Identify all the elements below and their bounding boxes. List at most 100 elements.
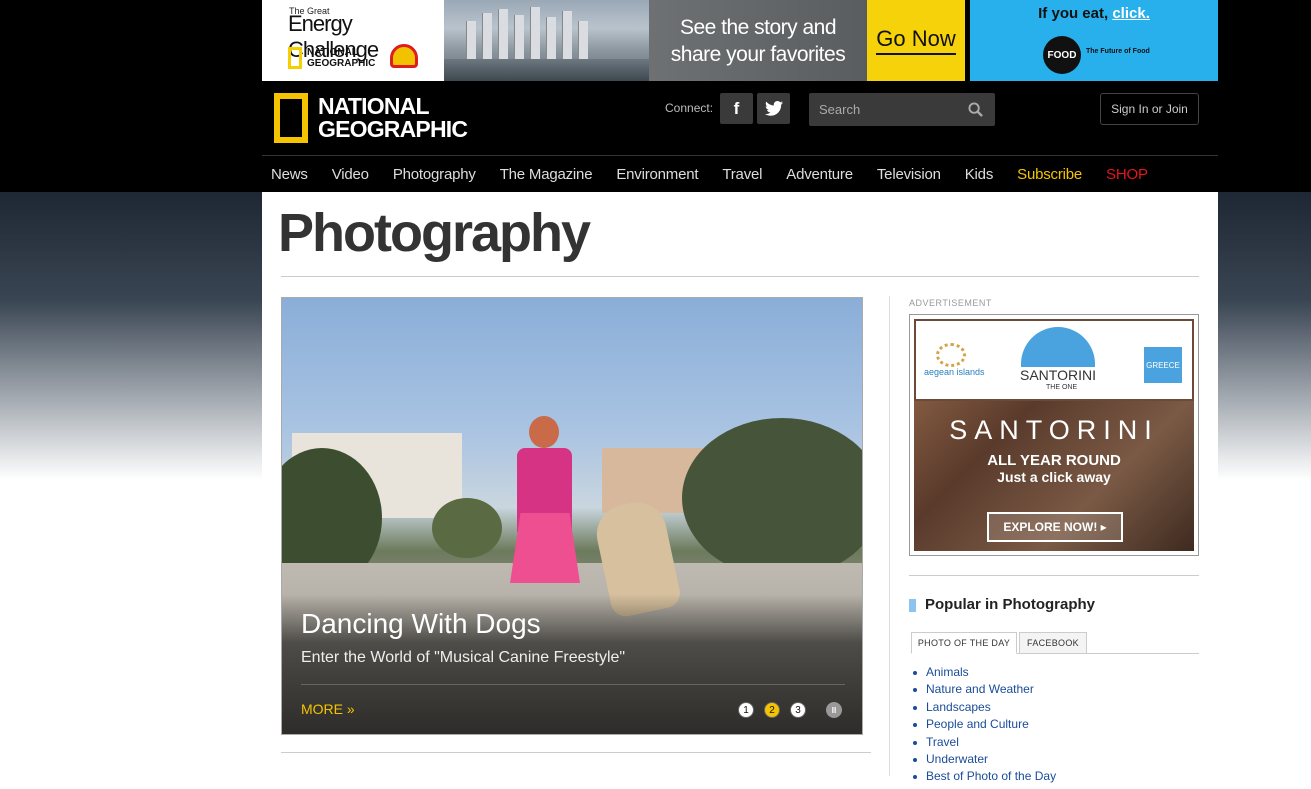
tab-facebook[interactable]: FACEBOOK: [1019, 632, 1087, 654]
building-shape: [482, 13, 492, 61]
slide-dot-3[interactable]: 3: [790, 702, 806, 718]
building-shape: [530, 7, 540, 61]
nav-item-environment[interactable]: Environment: [616, 166, 698, 183]
go-now-label: Go Now: [876, 26, 956, 55]
building-shape: [578, 21, 588, 61]
santorini-ad-inner: aegean islands SANTORINI THE ONE GREECE …: [914, 319, 1194, 551]
building-shape: [562, 11, 572, 61]
sign-in-button[interactable]: Sign In or Join: [1100, 93, 1199, 125]
santorini-ad-topband: aegean islands SANTORINI THE ONE GREECE: [914, 319, 1194, 401]
logo-line2: GEOGRAPHIC: [318, 116, 468, 142]
popular-list: Animals Nature and Weather Landscapes Pe…: [912, 664, 1056, 786]
slide-dot-1[interactable]: 1: [738, 702, 754, 718]
popular-title: Popular in Photography: [925, 596, 1096, 613]
energy-ad-ng-line2: GEOGRAPHIC: [307, 58, 376, 69]
page-wrapper: The Great Energy Challenge NATIONAL GEOGR…: [262, 0, 1218, 789]
nav-item-subscribe[interactable]: Subscribe: [1017, 166, 1082, 183]
aegean-islands-logo: aegean islands: [924, 343, 985, 377]
building-shape: [514, 15, 524, 61]
food-logo: FOOD: [1043, 36, 1081, 74]
hero-more-link[interactable]: MORE »: [301, 701, 355, 717]
energy-ad-ng-text: NATIONAL GEOGRAPHIC: [307, 47, 375, 69]
site-header: NATIONALGEOGRAPHIC Connect: f Sign In or…: [262, 81, 1218, 155]
food-ad-click-link[interactable]: click.: [1112, 5, 1150, 22]
nav-item-video[interactable]: Video: [332, 166, 369, 183]
nav-item-kids[interactable]: Kids: [965, 166, 994, 183]
facebook-icon: f: [733, 98, 740, 118]
list-item[interactable]: People and Culture: [912, 716, 1056, 733]
column-divider: [889, 296, 890, 776]
nav-item-shop[interactable]: SHOP: [1106, 166, 1148, 183]
santorini-the-one: THE ONE: [1046, 384, 1078, 391]
nav-item-magazine[interactable]: The Magazine: [500, 166, 593, 183]
food-ad-headline-prefix: If you eat,: [1038, 5, 1113, 22]
aegean-brand-text: aegean islands: [924, 367, 985, 377]
facebook-button[interactable]: f: [720, 93, 753, 124]
list-item[interactable]: Animals: [912, 664, 1056, 681]
hero-subtitle: Enter the World of "Musical Canine Frees…: [301, 649, 626, 666]
pause-icon: II: [831, 705, 837, 715]
water-shape: [444, 59, 649, 81]
food-ad-headline: If you eat, click.: [970, 5, 1218, 22]
santorini-line2: Just a click away: [997, 469, 1111, 485]
list-item[interactable]: Landscapes: [912, 699, 1056, 716]
list-item[interactable]: Underwater: [912, 751, 1056, 768]
section-marker-icon: [909, 599, 916, 612]
hero-title[interactable]: Dancing With Dogs: [301, 608, 541, 640]
hero-image-bush: [432, 498, 502, 558]
santorini-ad[interactable]: aegean islands SANTORINI THE ONE GREECE …: [909, 314, 1199, 556]
top-ad-strip: The Great Energy Challenge NATIONAL GEOGR…: [262, 0, 1218, 81]
tab-photo-of-the-day[interactable]: PHOTO OF THE DAY: [911, 632, 1017, 654]
popular-tabs: PHOTO OF THE DAY FACEBOOK: [911, 632, 1199, 654]
aegean-swirl-icon: [936, 343, 966, 367]
main-content: Photography Dancing With Dogs Enter the …: [262, 192, 1218, 789]
twitter-icon: [764, 101, 783, 116]
slide-dot-2[interactable]: 2: [764, 702, 780, 718]
future-of-food-ad[interactable]: If you eat, click. FOOD The Future of Fo…: [970, 0, 1218, 81]
twitter-button[interactable]: [757, 93, 790, 124]
connect-label: Connect:: [665, 101, 714, 115]
hero-image-person: [529, 416, 559, 448]
advertisement-label: ADVERTISEMENT: [909, 298, 992, 308]
hero-bottom-divider: [281, 752, 871, 753]
energy-ad-story-line2: share your favorites: [670, 42, 846, 66]
food-ad-tagline: The Future of Food: [1086, 48, 1150, 55]
list-item[interactable]: Nature and Weather: [912, 681, 1056, 698]
nav-item-travel[interactable]: Travel: [722, 166, 762, 183]
search-input[interactable]: [809, 93, 959, 126]
list-item[interactable]: Travel: [912, 734, 1056, 751]
nav-item-photography[interactable]: Photography: [393, 166, 476, 183]
sidebar-divider: [909, 575, 1199, 576]
santorini-line1: ALL YEAR ROUND: [987, 452, 1121, 469]
shell-logo-icon: [390, 44, 418, 68]
list-item[interactable]: Best of Photo of the Day: [912, 768, 1056, 785]
hero-divider: [301, 684, 845, 685]
natgeo-logo-icon[interactable]: [274, 93, 308, 143]
energy-ad-ng-line1: NATIONAL: [307, 47, 358, 58]
natgeo-border-icon: [288, 47, 302, 69]
energy-ad-brand: The Great Energy Challenge NATIONAL GEOGR…: [262, 0, 444, 81]
search-box: [809, 93, 995, 126]
energy-ad-story-line1: See the story and: [679, 15, 837, 39]
pause-button[interactable]: II: [826, 702, 842, 718]
search-icon[interactable]: [968, 102, 983, 117]
hero-slideshow[interactable]: Dancing With Dogs Enter the World of "Mu…: [281, 297, 863, 735]
nav-item-television[interactable]: Television: [877, 166, 941, 183]
greece-logo: GREECE: [1144, 347, 1182, 383]
go-now-button[interactable]: Go Now: [867, 0, 965, 81]
santorini-name: SANTORINI: [1020, 367, 1096, 383]
hero-image-person: [510, 513, 580, 583]
page-title: Photography: [278, 203, 591, 263]
nav-item-adventure[interactable]: Adventure: [786, 166, 853, 183]
natgeo-logo-text[interactable]: NATIONAL GEOGRAPHIC: [318, 95, 468, 142]
city-skyline-image: [444, 0, 649, 81]
santorini-big-title: SANTORINI: [949, 415, 1159, 445]
santorini-dome-icon: [1021, 327, 1095, 367]
main-nav: News Video Photography The Magazine Envi…: [262, 155, 1218, 192]
building-shape: [466, 21, 476, 61]
energy-ad-story: See the story and share your favorites: [649, 0, 867, 81]
title-divider: [281, 276, 1199, 277]
explore-now-button[interactable]: EXPLORE NOW! ▸: [987, 512, 1123, 542]
energy-challenge-ad[interactable]: The Great Energy Challenge NATIONAL GEOGR…: [262, 0, 965, 81]
nav-item-news[interactable]: News: [271, 166, 308, 183]
